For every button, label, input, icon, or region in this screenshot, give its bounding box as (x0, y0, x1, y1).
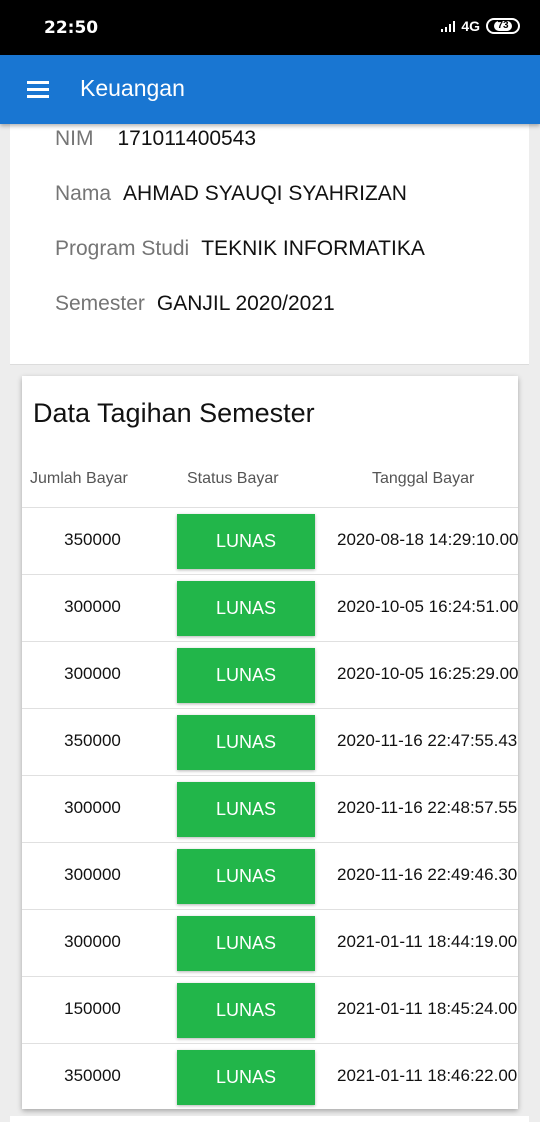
table-row: 350000 LUNAS 2020-08-18 14:29:10.00 (22, 507, 518, 575)
table-row: 300000 LUNAS 2020-11-16 22:49:46.30 (22, 842, 518, 910)
status-lunas-button[interactable]: LUNAS (177, 782, 315, 837)
status-lunas-button[interactable]: LUNAS (177, 916, 315, 971)
table-row: 300000 LUNAS 2020-10-05 16:24:51.00 (22, 574, 518, 642)
column-header-status: Status Bayar (187, 470, 279, 487)
network-type: 4G (461, 18, 480, 34)
status-lunas-button[interactable]: LUNAS (177, 514, 315, 569)
signal-icon (441, 20, 456, 32)
amount-cell: 350000 (64, 1066, 121, 1085)
next-card-edge (10, 1116, 529, 1122)
status-lunas-button[interactable]: LUNAS (177, 983, 315, 1038)
date-cell: 2020-10-05 16:24:51.00 (337, 597, 518, 616)
table-title: Data Tagihan Semester (33, 398, 315, 428)
info-row-program-studi: Program Studi TEKNIK INFORMATIKA (55, 237, 425, 261)
info-value: GANJIL 2020/2021 (156, 292, 335, 315)
info-label: Nama (55, 182, 112, 205)
table-row: 300000 LUNAS 2021-01-11 18:44:19.00 (22, 909, 518, 977)
status-bar: 22:50 4G 73 (0, 0, 540, 55)
column-header-amount: Jumlah Bayar (30, 470, 128, 487)
amount-cell: 300000 (64, 798, 121, 817)
status-time: 22:50 (44, 18, 99, 38)
page-title: Keuangan (80, 75, 185, 101)
table-row: 350000 LUNAS 2020-11-16 22:47:55.43 (22, 708, 518, 776)
battery-icon: 73 (486, 18, 520, 34)
app-bar: Keuangan (0, 55, 540, 124)
payment-table-card: Data Tagihan Semester Jumlah Bayar Statu… (22, 376, 518, 1109)
info-row-semester: Semester GANJIL 2020/2021 (55, 292, 335, 316)
date-cell: 2020-08-18 14:29:10.00 (337, 530, 518, 549)
info-row-nim: NIM 171011400543 (55, 127, 256, 151)
table-row: 300000 LUNAS 2020-11-16 22:48:57.55 (22, 775, 518, 843)
date-cell: 2021-01-11 18:44:19.00 (337, 932, 518, 951)
amount-cell: 300000 (64, 865, 121, 884)
amount-cell: 150000 (64, 999, 121, 1018)
info-value: 171011400543 (117, 127, 257, 150)
date-cell: 2021-01-11 18:45:24.00 (337, 999, 518, 1018)
info-label: Program Studi (55, 237, 190, 260)
status-lunas-button[interactable]: LUNAS (177, 849, 315, 904)
student-info-card: NIM 171011400543 Nama AHMAD SYAUQI SYAHRIZ… (10, 124, 529, 365)
column-header-date: Tanggal Bayar (372, 470, 475, 487)
status-lunas-button[interactable]: LUNAS (177, 581, 315, 636)
status-lunas-button[interactable]: LUNAS (177, 1050, 315, 1105)
info-label: NIM (55, 127, 94, 150)
date-cell: 2020-11-16 22:47:55.43 (337, 731, 518, 750)
date-cell: 2020-10-05 16:25:29.00 (337, 664, 518, 683)
battery-level: 73 (494, 21, 512, 31)
date-cell: 2020-11-16 22:49:46.30 (337, 865, 518, 884)
status-lunas-button[interactable]: LUNAS (177, 715, 315, 770)
info-value: TEKNIK INFORMATIKA (201, 237, 425, 260)
amount-cell: 300000 (64, 932, 121, 951)
amount-cell: 350000 (64, 530, 121, 549)
amount-cell: 300000 (64, 597, 121, 616)
status-icons: 4G 73 (441, 18, 520, 34)
date-cell: 2020-11-16 22:48:57.55 (337, 798, 518, 817)
amount-cell: 350000 (64, 731, 121, 750)
date-cell: 2021-01-11 18:46:22.00 (337, 1066, 518, 1085)
table-row: 150000 LUNAS 2021-01-11 18:45:24.00 (22, 976, 518, 1044)
table-row: 300000 LUNAS 2020-10-05 16:25:29.00 (22, 641, 518, 709)
table-row: 350000 LUNAS 2021-01-11 18:46:22.00 (22, 1043, 518, 1109)
info-label: Semester (55, 292, 145, 315)
menu-icon[interactable] (27, 81, 49, 99)
amount-cell: 300000 (64, 664, 121, 683)
status-lunas-button[interactable]: LUNAS (177, 648, 315, 703)
info-row-nama: Nama AHMAD SYAUQI SYAHRIZAN (55, 182, 407, 206)
info-value: AHMAD SYAUQI SYAHRIZAN (123, 182, 407, 205)
